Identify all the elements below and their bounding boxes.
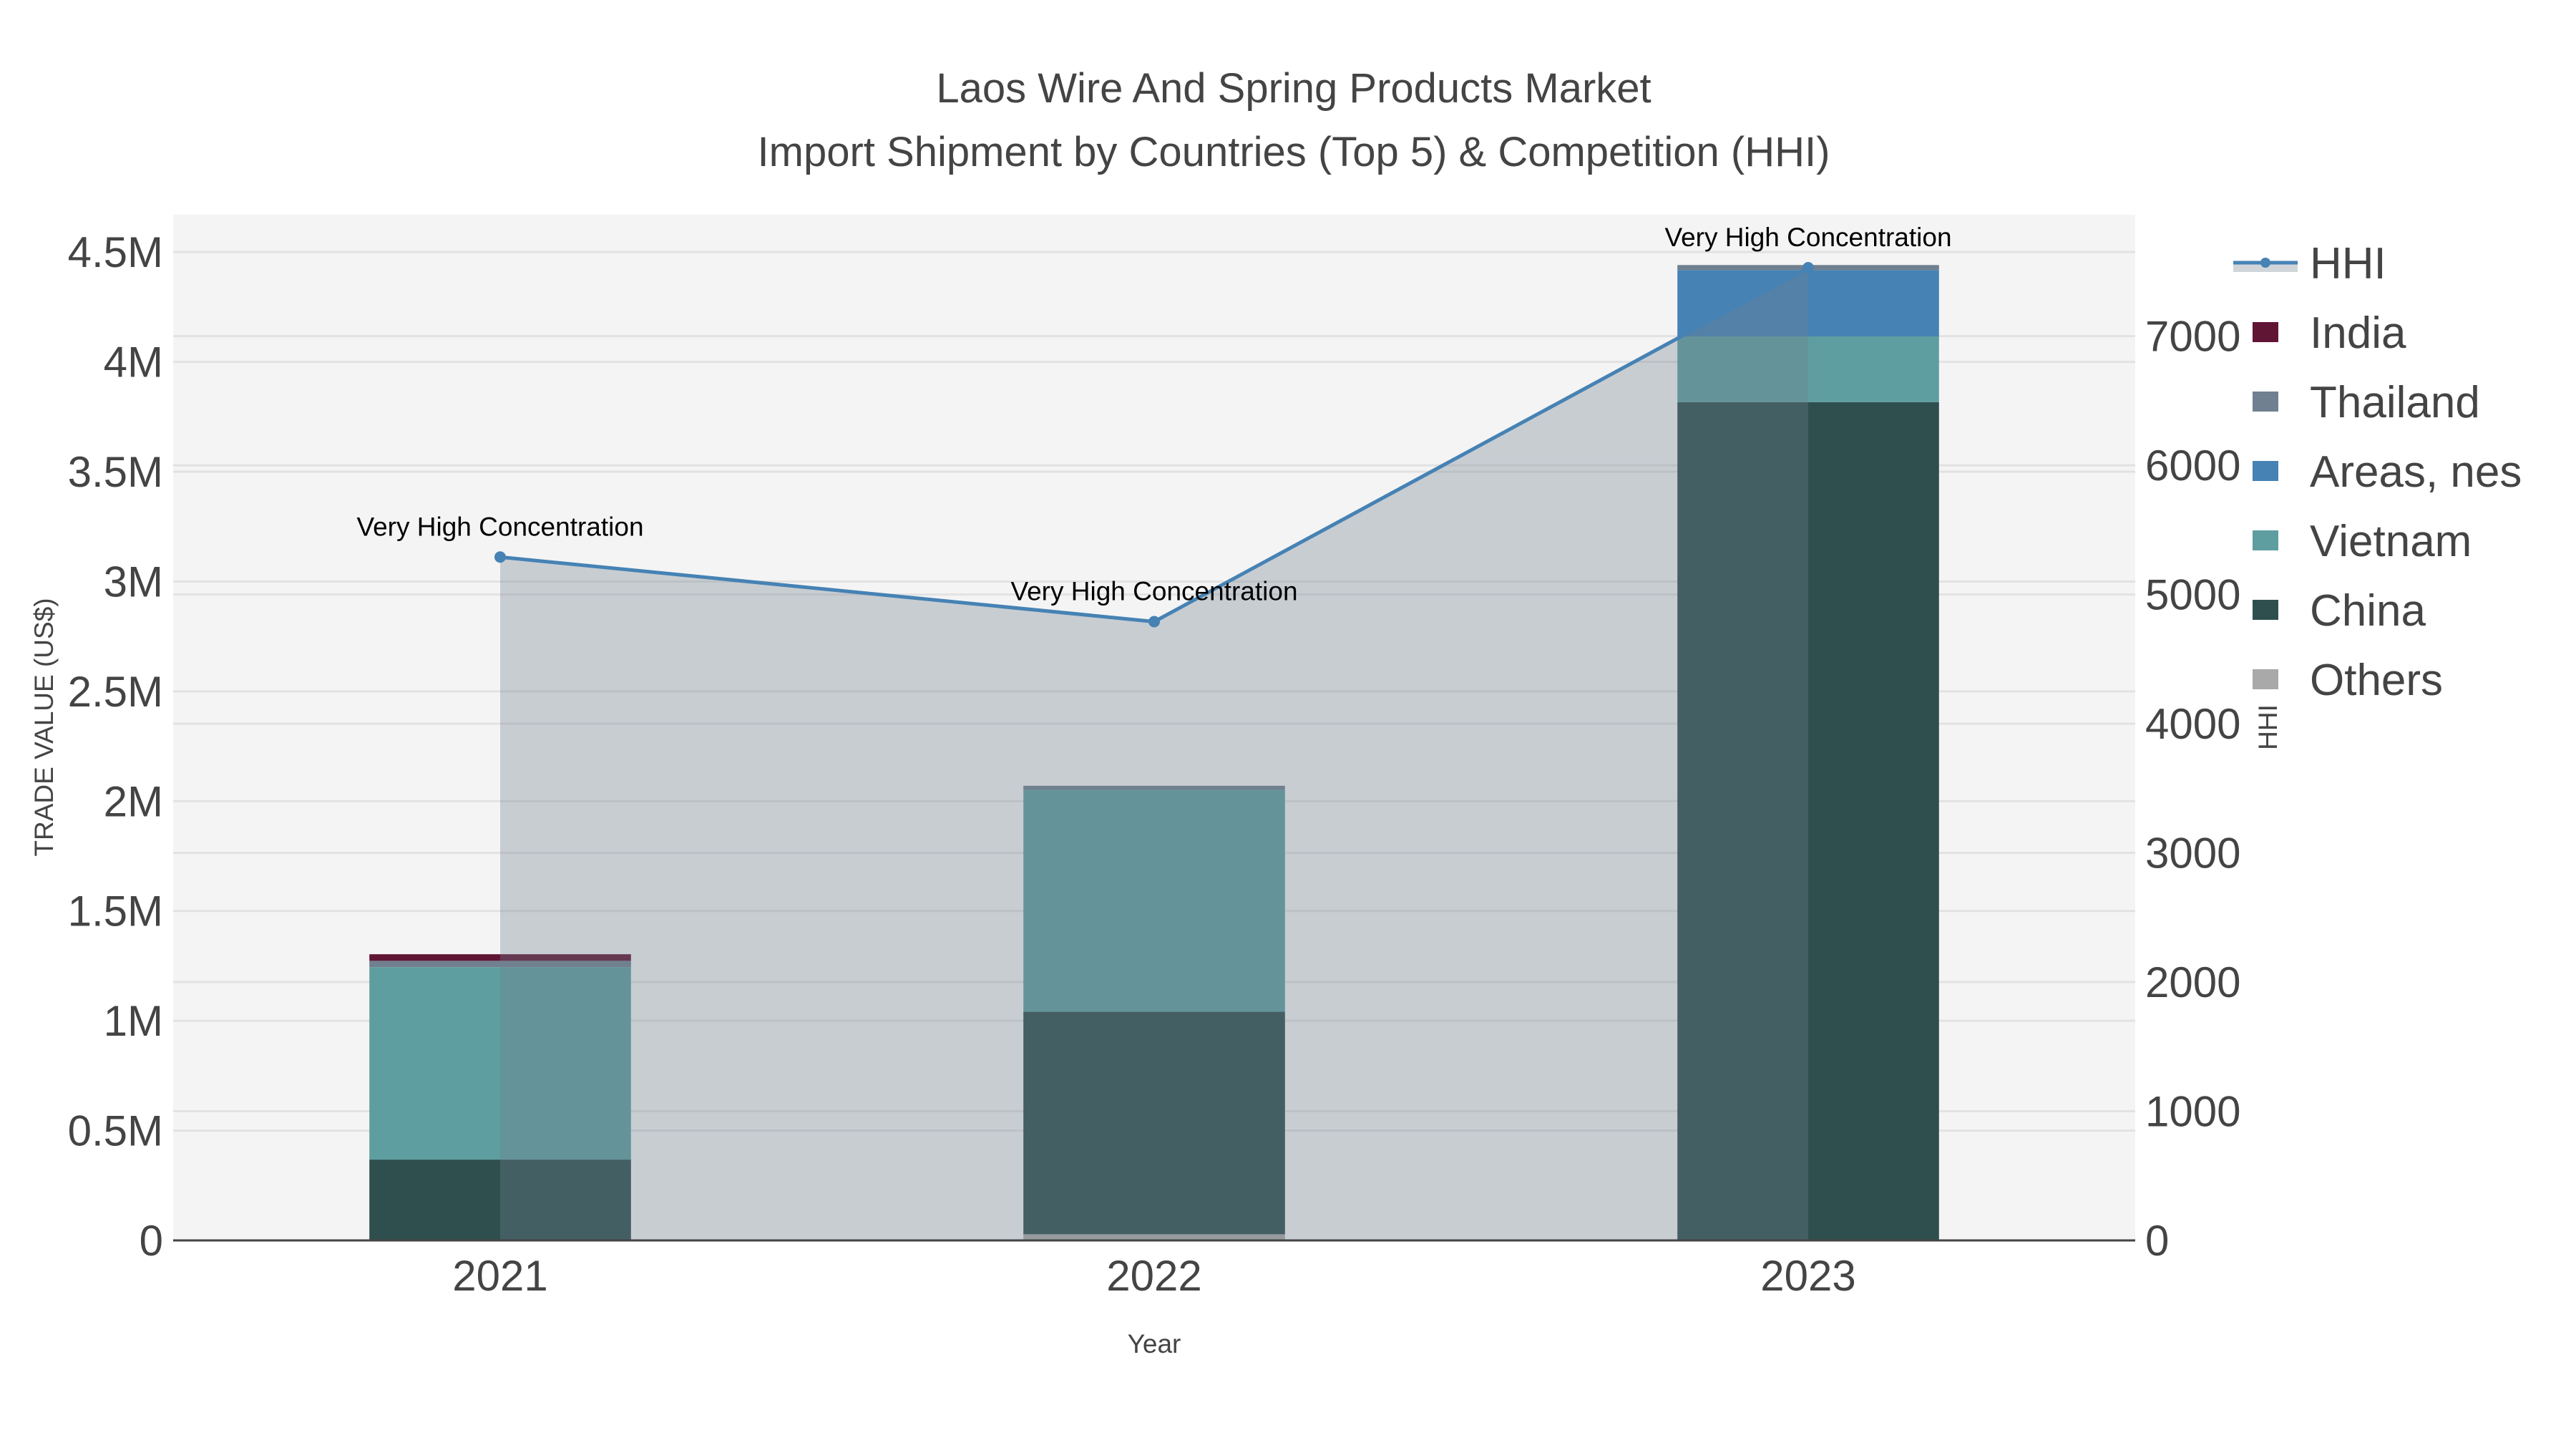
hhi-point (1148, 616, 1160, 628)
y-tick-label: 0.5M (68, 1107, 163, 1155)
legend-swatch-icon (2253, 530, 2278, 550)
x-tick-label: 2021 (452, 1252, 547, 1300)
legend-label: Vietnam (2310, 517, 2472, 566)
legend-label: India (2310, 308, 2406, 358)
y-tick-label: 0 (140, 1217, 163, 1265)
y-tick-label: 4.5M (68, 228, 163, 276)
legend-swatch-icon (2253, 669, 2278, 689)
y-tick-label: 4M (104, 339, 163, 387)
legend-hhi-marker-icon (2260, 258, 2270, 268)
y2-tick-label: 0 (2145, 1217, 2169, 1265)
y2-tick-label: 6000 (2145, 442, 2240, 490)
hhi-annotation: Very High Concentration (1664, 223, 1951, 252)
x-tick-label: 2022 (1106, 1252, 1201, 1300)
y-axis-title: TRADE VALUE (US$) (29, 598, 59, 856)
legend-swatch-icon (2253, 600, 2278, 620)
legend-label: Thailand (2310, 378, 2480, 427)
chart-title: Laos Wire And Spring Products Market (936, 65, 1651, 112)
legend-label: HHI (2310, 239, 2386, 288)
legend-swatch-icon (2253, 392, 2278, 412)
y-tick-label: 3.5M (68, 448, 163, 496)
y2-tick-label: 5000 (2145, 571, 2240, 619)
y2-tick-label: 7000 (2145, 313, 2240, 361)
legend-label: China (2310, 586, 2426, 636)
legend-label: Others (2310, 656, 2443, 705)
x-tick-label: 2023 (1760, 1252, 1855, 1300)
y2-tick-label: 3000 (2145, 830, 2240, 878)
hhi-point (494, 551, 506, 563)
y-tick-label: 1M (104, 997, 163, 1045)
chart-subtitle: Import Shipment by Countries (Top 5) & C… (758, 129, 1830, 175)
legend-label: Areas, nes (2310, 447, 2522, 497)
y-tick-label: 2.5M (68, 668, 163, 716)
hhi-annotation: Very High Concentration (356, 512, 643, 541)
hhi-annotation: Very High Concentration (1010, 577, 1297, 606)
y2-axis-title: HHI (2253, 704, 2283, 750)
y2-tick-label: 1000 (2145, 1088, 2240, 1136)
y-tick-label: 1.5M (68, 888, 163, 936)
legend-swatch-icon (2253, 461, 2278, 481)
chart: Very High Concentration Very High Concent… (0, 0, 2576, 1449)
x-axis-title: Year (1128, 1329, 1181, 1359)
hhi-point (1802, 261, 1814, 273)
y-tick-label: 3M (104, 558, 163, 606)
y2-tick-label: 2000 (2145, 958, 2240, 1006)
y-tick-label: 2M (104, 777, 163, 825)
legend-swatch-icon (2253, 322, 2278, 342)
y2-tick-label: 4000 (2145, 700, 2240, 748)
